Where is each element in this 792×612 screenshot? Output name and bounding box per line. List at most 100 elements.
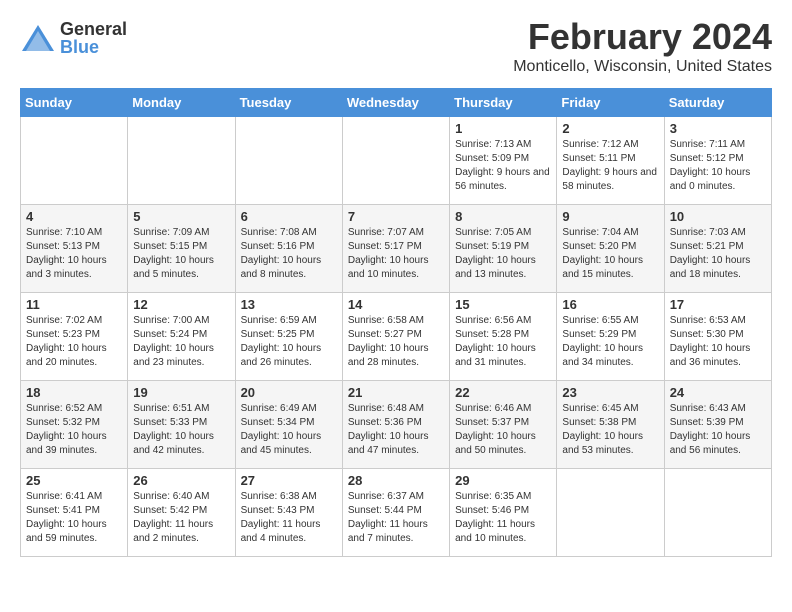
calendar-cell	[235, 117, 342, 205]
day-number: 25	[26, 473, 122, 488]
day-number: 21	[348, 385, 444, 400]
day-info: Sunrise: 7:13 AM Sunset: 5:09 PM Dayligh…	[455, 138, 551, 194]
col-saturday: Saturday	[664, 89, 771, 117]
day-info: Sunrise: 6:48 AM Sunset: 5:36 PM Dayligh…	[348, 402, 444, 458]
day-number: 7	[348, 209, 444, 224]
day-info: Sunrise: 7:03 AM Sunset: 5:21 PM Dayligh…	[670, 226, 766, 282]
day-number: 14	[348, 297, 444, 312]
day-number: 24	[670, 385, 766, 400]
day-number: 10	[670, 209, 766, 224]
day-info: Sunrise: 7:12 AM Sunset: 5:11 PM Dayligh…	[562, 138, 658, 194]
day-info: Sunrise: 7:10 AM Sunset: 5:13 PM Dayligh…	[26, 226, 122, 282]
day-number: 16	[562, 297, 658, 312]
calendar-cell: 6 Sunrise: 7:08 AM Sunset: 5:16 PM Daylig…	[235, 205, 342, 293]
day-info: Sunrise: 7:02 AM Sunset: 5:23 PM Dayligh…	[26, 314, 122, 370]
day-number: 5	[133, 209, 229, 224]
col-monday: Monday	[128, 89, 235, 117]
day-number: 27	[241, 473, 337, 488]
calendar-cell: 11 Sunrise: 7:02 AM Sunset: 5:23 PM Dayli…	[21, 293, 128, 381]
calendar-cell	[21, 117, 128, 205]
calendar-cell: 18 Sunrise: 6:52 AM Sunset: 5:32 PM Dayli…	[21, 381, 128, 469]
calendar-cell: 12Sunrise: 7:00 AM Sunset: 5:24 PM Dayli…	[128, 293, 235, 381]
day-number: 18	[26, 385, 122, 400]
calendar-cell: 7 Sunrise: 7:07 AM Sunset: 5:17 PM Daylig…	[342, 205, 449, 293]
calendar-week-row-3: 18 Sunrise: 6:52 AM Sunset: 5:32 PM Dayli…	[21, 381, 772, 469]
day-number: 11	[26, 297, 122, 312]
logo-general-text: General	[60, 20, 127, 38]
calendar-header-row: Sunday Monday Tuesday Wednesday Thursday…	[21, 89, 772, 117]
day-number: 29	[455, 473, 551, 488]
day-info: Sunrise: 7:08 AM Sunset: 5:16 PM Dayligh…	[241, 226, 337, 282]
day-info: Sunrise: 6:37 AM Sunset: 5:44 PM Dayligh…	[348, 490, 444, 546]
calendar-cell: 5 Sunrise: 7:09 AM Sunset: 5:15 PM Daylig…	[128, 205, 235, 293]
location-title: Monticello, Wisconsin, United States	[513, 58, 772, 76]
calendar-cell: 24 Sunrise: 6:43 AM Sunset: 5:39 PM Dayli…	[664, 381, 771, 469]
day-number: 6	[241, 209, 337, 224]
day-info: Sunrise: 7:09 AM Sunset: 5:15 PM Dayligh…	[133, 226, 229, 282]
calendar-cell: 25 Sunrise: 6:41 AM Sunset: 5:41 PM Dayli…	[21, 469, 128, 557]
calendar-cell	[557, 469, 664, 557]
day-info: Sunrise: 7:07 AM Sunset: 5:17 PM Dayligh…	[348, 226, 444, 282]
day-number: 28	[348, 473, 444, 488]
day-number: 19	[133, 385, 229, 400]
col-thursday: Thursday	[450, 89, 557, 117]
day-info: Sunrise: 6:35 AM Sunset: 5:46 PM Dayligh…	[455, 490, 551, 546]
calendar-cell: 4 Sunrise: 7:10 AM Sunset: 5:13 PM Daylig…	[21, 205, 128, 293]
calendar-cell: 27 Sunrise: 6:38 AM Sunset: 5:43 PM Dayli…	[235, 469, 342, 557]
col-friday: Friday	[557, 89, 664, 117]
day-info: Sunrise: 6:59 AM Sunset: 5:25 PM Dayligh…	[241, 314, 337, 370]
calendar-cell: 17 Sunrise: 6:53 AM Sunset: 5:30 PM Dayli…	[664, 293, 771, 381]
calendar-cell: 26 Sunrise: 6:40 AM Sunset: 5:42 PM Dayli…	[128, 469, 235, 557]
calendar-table: Sunday Monday Tuesday Wednesday Thursday…	[20, 88, 772, 557]
day-number: 17	[670, 297, 766, 312]
logo-icon	[20, 23, 56, 53]
day-info: Sunrise: 6:58 AM Sunset: 5:27 PM Dayligh…	[348, 314, 444, 370]
col-wednesday: Wednesday	[342, 89, 449, 117]
day-number: 15	[455, 297, 551, 312]
day-number: 4	[26, 209, 122, 224]
calendar-week-row-1: 4 Sunrise: 7:10 AM Sunset: 5:13 PM Daylig…	[21, 205, 772, 293]
day-number: 22	[455, 385, 551, 400]
calendar-week-row-2: 11 Sunrise: 7:02 AM Sunset: 5:23 PM Dayli…	[21, 293, 772, 381]
day-number: 8	[455, 209, 551, 224]
header: General Blue February 2024 Monticello, W…	[20, 16, 772, 76]
calendar-cell: 14 Sunrise: 6:58 AM Sunset: 5:27 PM Dayli…	[342, 293, 449, 381]
day-info: Sunrise: 6:56 AM Sunset: 5:28 PM Dayligh…	[455, 314, 551, 370]
day-info: Sunrise: 6:38 AM Sunset: 5:43 PM Dayligh…	[241, 490, 337, 546]
calendar-cell: 28 Sunrise: 6:37 AM Sunset: 5:44 PM Dayli…	[342, 469, 449, 557]
day-info: Sunrise: 6:52 AM Sunset: 5:32 PM Dayligh…	[26, 402, 122, 458]
calendar-cell	[664, 469, 771, 557]
calendar-week-row-0: 1 Sunrise: 7:13 AM Sunset: 5:09 PM Daylig…	[21, 117, 772, 205]
col-tuesday: Tuesday	[235, 89, 342, 117]
day-info: Sunrise: 7:11 AM Sunset: 5:12 PM Dayligh…	[670, 138, 766, 194]
calendar-cell: 20Sunrise: 6:49 AM Sunset: 5:34 PM Dayli…	[235, 381, 342, 469]
month-title: February 2024	[513, 16, 772, 58]
day-info: Sunrise: 6:51 AM Sunset: 5:33 PM Dayligh…	[133, 402, 229, 458]
day-number: 3	[670, 121, 766, 136]
calendar-cell	[128, 117, 235, 205]
logo-blue-text: Blue	[60, 38, 127, 56]
calendar-cell: 10 Sunrise: 7:03 AM Sunset: 5:21 PM Dayli…	[664, 205, 771, 293]
calendar-cell: 1 Sunrise: 7:13 AM Sunset: 5:09 PM Daylig…	[450, 117, 557, 205]
calendar-cell: 13 Sunrise: 6:59 AM Sunset: 5:25 PM Dayli…	[235, 293, 342, 381]
day-info: Sunrise: 6:43 AM Sunset: 5:39 PM Dayligh…	[670, 402, 766, 458]
day-info: Sunrise: 6:45 AM Sunset: 5:38 PM Dayligh…	[562, 402, 658, 458]
calendar-cell: 21 Sunrise: 6:48 AM Sunset: 5:36 PM Dayli…	[342, 381, 449, 469]
day-info: Sunrise: 6:49 AM Sunset: 5:34 PM Dayligh…	[241, 402, 337, 458]
calendar-week-row-4: 25 Sunrise: 6:41 AM Sunset: 5:41 PM Dayli…	[21, 469, 772, 557]
day-info: Sunrise: 6:55 AM Sunset: 5:29 PM Dayligh…	[562, 314, 658, 370]
day-info: Sunrise: 7:04 AM Sunset: 5:20 PM Dayligh…	[562, 226, 658, 282]
day-number: 26	[133, 473, 229, 488]
day-info: Sunrise: 6:53 AM Sunset: 5:30 PM Dayligh…	[670, 314, 766, 370]
day-info: Sunrise: 6:46 AM Sunset: 5:37 PM Dayligh…	[455, 402, 551, 458]
day-number: 13	[241, 297, 337, 312]
day-info: Sunrise: 6:40 AM Sunset: 5:42 PM Dayligh…	[133, 490, 229, 546]
day-number: 1	[455, 121, 551, 136]
calendar-cell: 3 Sunrise: 7:11 AM Sunset: 5:12 PM Daylig…	[664, 117, 771, 205]
day-number: 12	[133, 297, 229, 312]
calendar-cell: 9Sunrise: 7:04 AM Sunset: 5:20 PM Daylig…	[557, 205, 664, 293]
col-sunday: Sunday	[21, 89, 128, 117]
day-info: Sunrise: 6:41 AM Sunset: 5:41 PM Dayligh…	[26, 490, 122, 546]
calendar-cell: 16 Sunrise: 6:55 AM Sunset: 5:29 PM Dayli…	[557, 293, 664, 381]
day-number: 23	[562, 385, 658, 400]
